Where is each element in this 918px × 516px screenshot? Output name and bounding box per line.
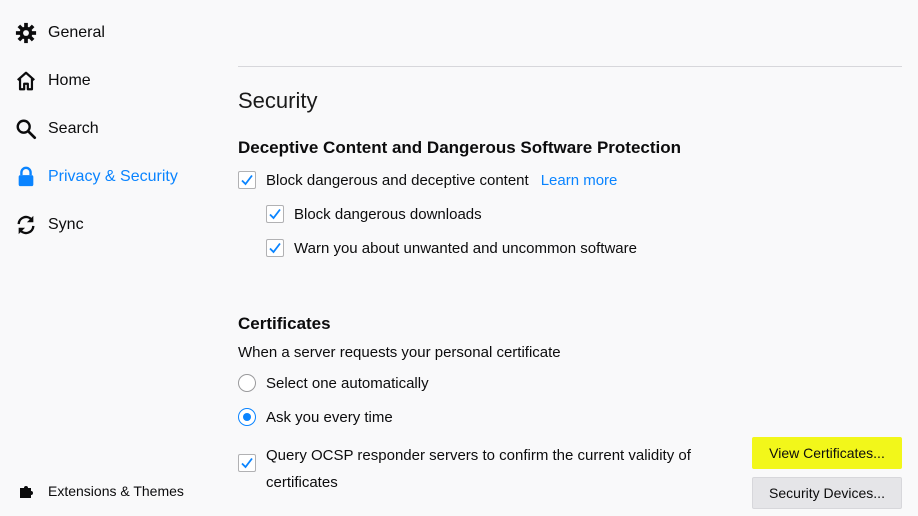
checkmark-icon — [241, 457, 253, 469]
block-dangerous-checkbox[interactable] — [238, 171, 256, 189]
view-certificates-button[interactable]: View Certificates... — [752, 437, 902, 469]
sidebar-item-privacy-security[interactable]: Privacy & Security — [14, 162, 178, 192]
sidebar-item-sync[interactable]: Sync — [14, 210, 84, 240]
select-automatically-radio[interactable] — [238, 374, 256, 392]
ocsp-checkbox[interactable] — [238, 454, 256, 472]
block-dangerous-label: Block dangerous and deceptive content — [266, 171, 529, 189]
ocsp-label: Query OCSP responder servers to confirm … — [266, 442, 736, 496]
gear-icon — [14, 21, 38, 45]
warn-unwanted-row: Warn you about unwanted and uncommon sof… — [266, 236, 637, 260]
sidebar-item-search[interactable]: Search — [14, 114, 99, 144]
block-downloads-label: Block dangerous downloads — [294, 205, 482, 223]
search-icon — [14, 117, 38, 141]
learn-more-link[interactable]: Learn more — [541, 172, 618, 189]
certificates-heading: Certificates — [238, 314, 331, 333]
sync-icon — [14, 213, 38, 237]
select-automatically-row: Select one automatically — [238, 371, 429, 395]
ask-every-time-label: Ask you every time — [266, 408, 393, 426]
ocsp-label-line2: certificates — [266, 474, 338, 491]
ocsp-checkbox-wrap — [238, 454, 266, 472]
extensions-themes-label: Extensions & Themes — [48, 483, 184, 499]
warn-unwanted-checkbox[interactable] — [266, 239, 284, 257]
puzzle-piece-icon — [18, 482, 36, 500]
select-automatically-label: Select one automatically — [266, 374, 429, 392]
extensions-themes-link[interactable]: Extensions & Themes — [18, 482, 184, 500]
section-title: Security — [238, 88, 318, 113]
block-downloads-row: Block dangerous downloads — [266, 202, 482, 226]
block-dangerous-row: Block dangerous and deceptive content Le… — [238, 168, 617, 192]
sidebar-item-label: General — [48, 24, 105, 41]
ocsp-label-line1: Query OCSP responder servers to confirm … — [266, 447, 691, 464]
sidebar-item-label: Home — [48, 72, 91, 89]
block-downloads-checkbox[interactable] — [266, 205, 284, 223]
ask-every-time-row: Ask you every time — [238, 405, 393, 429]
security-devices-button[interactable]: Security Devices... — [752, 477, 902, 509]
checkmark-icon — [269, 242, 281, 254]
sidebar-item-home[interactable]: Home — [14, 66, 91, 96]
ask-every-time-radio[interactable] — [238, 408, 256, 426]
sidebar-item-general[interactable]: General — [14, 18, 105, 48]
warn-unwanted-label: Warn you about unwanted and uncommon sof… — [294, 239, 637, 257]
home-icon — [14, 69, 38, 93]
sidebar-item-label: Privacy & Security — [48, 168, 178, 185]
sidebar-item-label: Sync — [48, 216, 84, 233]
deceptive-content-heading: Deceptive Content and Dangerous Software… — [238, 138, 682, 157]
sidebar-item-label: Search — [48, 120, 99, 137]
certificate-request-prompt: When a server requests your personal cer… — [238, 344, 561, 361]
section-divider — [238, 66, 902, 67]
checkmark-icon — [269, 208, 281, 220]
lock-icon — [14, 165, 38, 189]
checkmark-icon — [241, 174, 253, 186]
